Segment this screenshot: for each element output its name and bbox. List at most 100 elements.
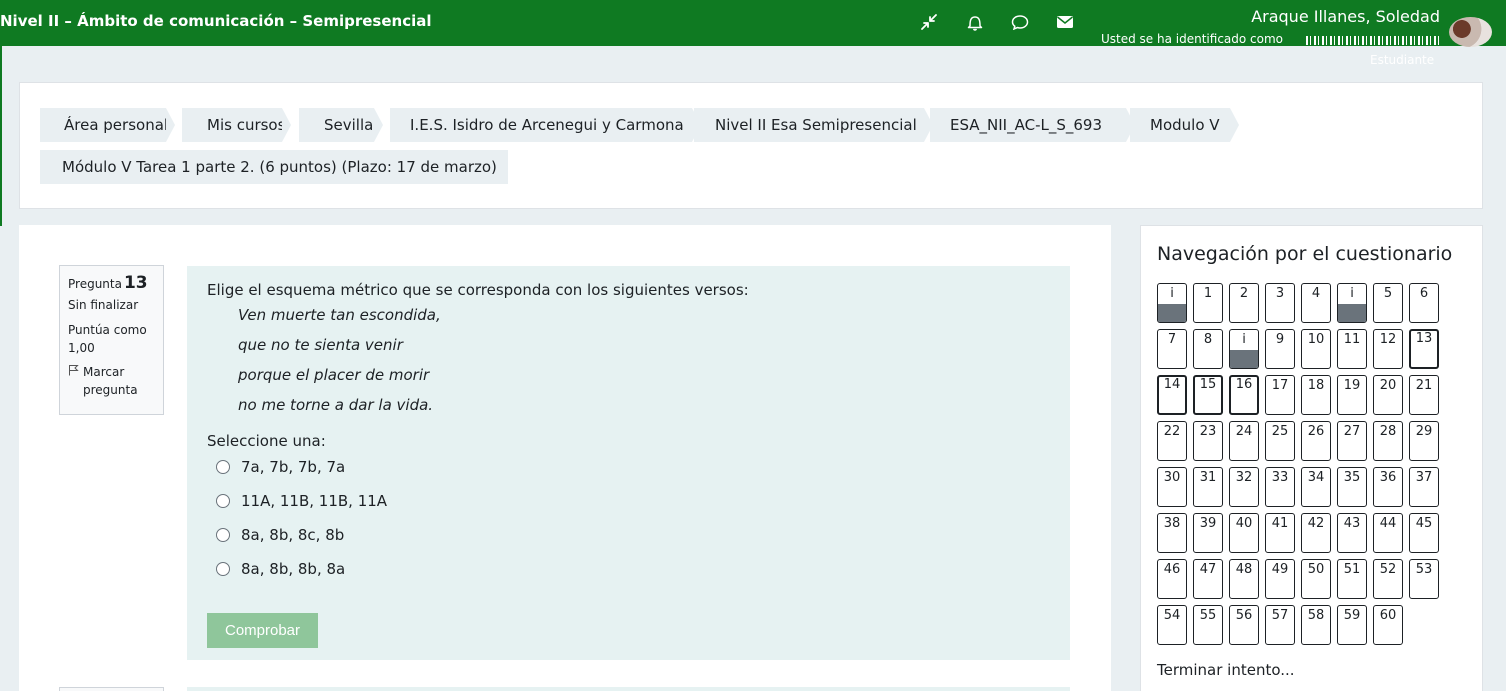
quiz-nav-button-label: 22 [1163,424,1181,439]
answer-option-c[interactable]: 8a, 8b, 8c, 8b [207,518,1050,552]
quiz-nav-button-39[interactable]: 39 [1193,513,1223,553]
quiz-nav-button-40[interactable]: 40 [1229,513,1259,553]
quiz-nav-button-33[interactable]: 33 [1265,467,1295,507]
breadcrumb-item-modulo-v[interactable]: Modulo V [1130,108,1239,142]
quiz-nav-button-49[interactable]: 49 [1265,559,1295,599]
quiz-nav-button-17[interactable]: 17 [1265,375,1295,415]
quiz-nav-button-22[interactable]: 22 [1157,421,1187,461]
quiz-nav-button-9[interactable]: 9 [1265,329,1295,369]
quiz-nav-button-45[interactable]: 45 [1409,513,1439,553]
quiz-nav-button-43[interactable]: 43 [1337,513,1367,553]
breadcrumb-item-course-code[interactable]: ESA_NII_AC-L_S_693 [930,108,1135,142]
quiz-nav-button-51[interactable]: 51 [1337,559,1367,599]
quiz-nav-button-46[interactable]: 46 [1157,559,1187,599]
quiz-nav-button-11[interactable]: 11 [1337,329,1367,369]
quiz-nav-button-20[interactable]: 20 [1373,375,1403,415]
quiz-nav-button-55[interactable]: 55 [1193,605,1223,645]
quiz-nav-button-24[interactable]: 24 [1229,421,1259,461]
compress-icon[interactable] [918,11,940,33]
quiz-nav-button-35[interactable]: 35 [1337,467,1367,507]
quiz-nav-button-label: 3 [1275,286,1285,301]
quiz-nav-button-28[interactable]: 28 [1373,421,1403,461]
finish-attempt-link[interactable]: Terminar intento... [1157,661,1295,679]
quiz-nav-button-31[interactable]: 31 [1193,467,1223,507]
quiz-nav-button-42[interactable]: 42 [1301,513,1331,553]
quiz-nav-button-53[interactable]: 53 [1409,559,1439,599]
quiz-nav-button-59[interactable]: 59 [1337,605,1367,645]
quiz-nav-button-18[interactable]: 18 [1301,375,1331,415]
quiz-nav-button-25[interactable]: 25 [1265,421,1295,461]
quiz-nav-button-38[interactable]: 38 [1157,513,1187,553]
quiz-nav-button-label: 38 [1163,516,1181,531]
quiz-nav-button-8[interactable]: 8 [1193,329,1223,369]
course-title[interactable]: Nivel II – Ámbito de comunicación – Semi… [0,12,432,30]
quiz-nav-button-57[interactable]: 57 [1265,605,1295,645]
quiz-nav-button-2[interactable]: 2 [1229,283,1259,323]
answer-option-a[interactable]: 7a, 7b, 7b, 7a [207,450,1050,484]
quiz-nav-button-52[interactable]: 52 [1373,559,1403,599]
breadcrumb-item-sevilla[interactable]: Sevilla [299,108,383,142]
quiz-nav-button-14[interactable]: 14 [1157,375,1187,415]
quiz-nav-button-58[interactable]: 58 [1301,605,1331,645]
breadcrumb-item-current[interactable]: Módulo V Tarea 1 parte 2. (6 puntos) (Pl… [40,150,508,184]
quiz-nav-button-13[interactable]: 13 [1409,329,1439,369]
quiz-nav-button-6[interactable]: 6 [1409,283,1439,323]
quiz-nav-info-button[interactable]: i [1157,283,1187,323]
quiz-nav-button-label: 54 [1163,608,1181,623]
quiz-nav-button-41[interactable]: 41 [1265,513,1295,553]
quiz-nav-button-label: 49 [1271,562,1289,577]
quiz-nav-button-36[interactable]: 36 [1373,467,1403,507]
quiz-nav-button-60[interactable]: 60 [1373,605,1403,645]
chat-bubble-icon[interactable] [1009,11,1031,33]
quiz-nav-button-label: 20 [1379,378,1397,393]
quiz-nav-button-7[interactable]: 7 [1157,329,1187,369]
quiz-nav-button-50[interactable]: 50 [1301,559,1331,599]
breadcrumb-item-area-personal[interactable]: Área personal [40,108,175,142]
breadcrumb-item-school[interactable]: I.E.S. Isidro de Arcenegui y Carmona [390,108,701,142]
quiz-nav-button-19[interactable]: 19 [1337,375,1367,415]
quiz-nav-button-44[interactable]: 44 [1373,513,1403,553]
quiz-nav-info-button[interactable]: i [1229,329,1259,369]
verse-line: Ven muerte tan escondida, [238,306,441,324]
quiz-nav-button-26[interactable]: 26 [1301,421,1331,461]
user-avatar[interactable] [1449,17,1492,47]
quiz-nav-button-56[interactable]: 56 [1229,605,1259,645]
quiz-nav-button-12[interactable]: 12 [1373,329,1403,369]
flag-question-link[interactable]: Marcar pregunta [68,363,155,399]
quiz-nav-button-29[interactable]: 29 [1409,421,1439,461]
radio-button[interactable] [216,460,230,474]
answer-option-d[interactable]: 8a, 8b, 8b, 8a [207,552,1050,586]
quiz-nav-button-15[interactable]: 15 [1193,375,1223,415]
quiz-nav-button-34[interactable]: 34 [1301,467,1331,507]
radio-button[interactable] [216,528,230,542]
quiz-nav-button-label: 58 [1307,608,1325,623]
envelope-icon[interactable] [1054,11,1076,33]
quiz-nav-button-10[interactable]: 10 [1301,329,1331,369]
user-name[interactable]: Araque Illanes, Soledad [1251,7,1440,26]
quiz-nav-button-37[interactable]: 37 [1409,467,1439,507]
radio-button[interactable] [216,494,230,508]
breadcrumb-item-nivel-ii[interactable]: Nivel II Esa Semipresencial [694,108,933,142]
check-button[interactable]: Comprobar [207,613,318,648]
quiz-nav-button-label: 25 [1271,424,1289,439]
quiz-nav-button-27[interactable]: 27 [1337,421,1367,461]
quiz-nav-button-32[interactable]: 32 [1229,467,1259,507]
quiz-nav-info-button[interactable]: i [1337,283,1367,323]
quiz-nav-button-16[interactable]: 16 [1229,375,1259,415]
quiz-nav-button-54[interactable]: 54 [1157,605,1187,645]
answer-option-b[interactable]: 11A, 11B, 11B, 11A [207,484,1050,518]
breadcrumb-item-mis-cursos[interactable]: Mis cursos [182,108,291,142]
quiz-nav-button-48[interactable]: 48 [1229,559,1259,599]
quiz-nav-button-label: 35 [1343,470,1361,485]
bell-icon[interactable] [964,11,986,33]
quiz-nav-button-label: 6 [1419,286,1429,301]
quiz-nav-button-21[interactable]: 21 [1409,375,1439,415]
quiz-nav-button-5[interactable]: 5 [1373,283,1403,323]
quiz-nav-button-3[interactable]: 3 [1265,283,1295,323]
quiz-nav-button-1[interactable]: 1 [1193,283,1223,323]
quiz-nav-button-30[interactable]: 30 [1157,467,1187,507]
quiz-nav-button-23[interactable]: 23 [1193,421,1223,461]
quiz-nav-button-47[interactable]: 47 [1193,559,1223,599]
radio-button[interactable] [216,562,230,576]
quiz-nav-button-4[interactable]: 4 [1301,283,1331,323]
